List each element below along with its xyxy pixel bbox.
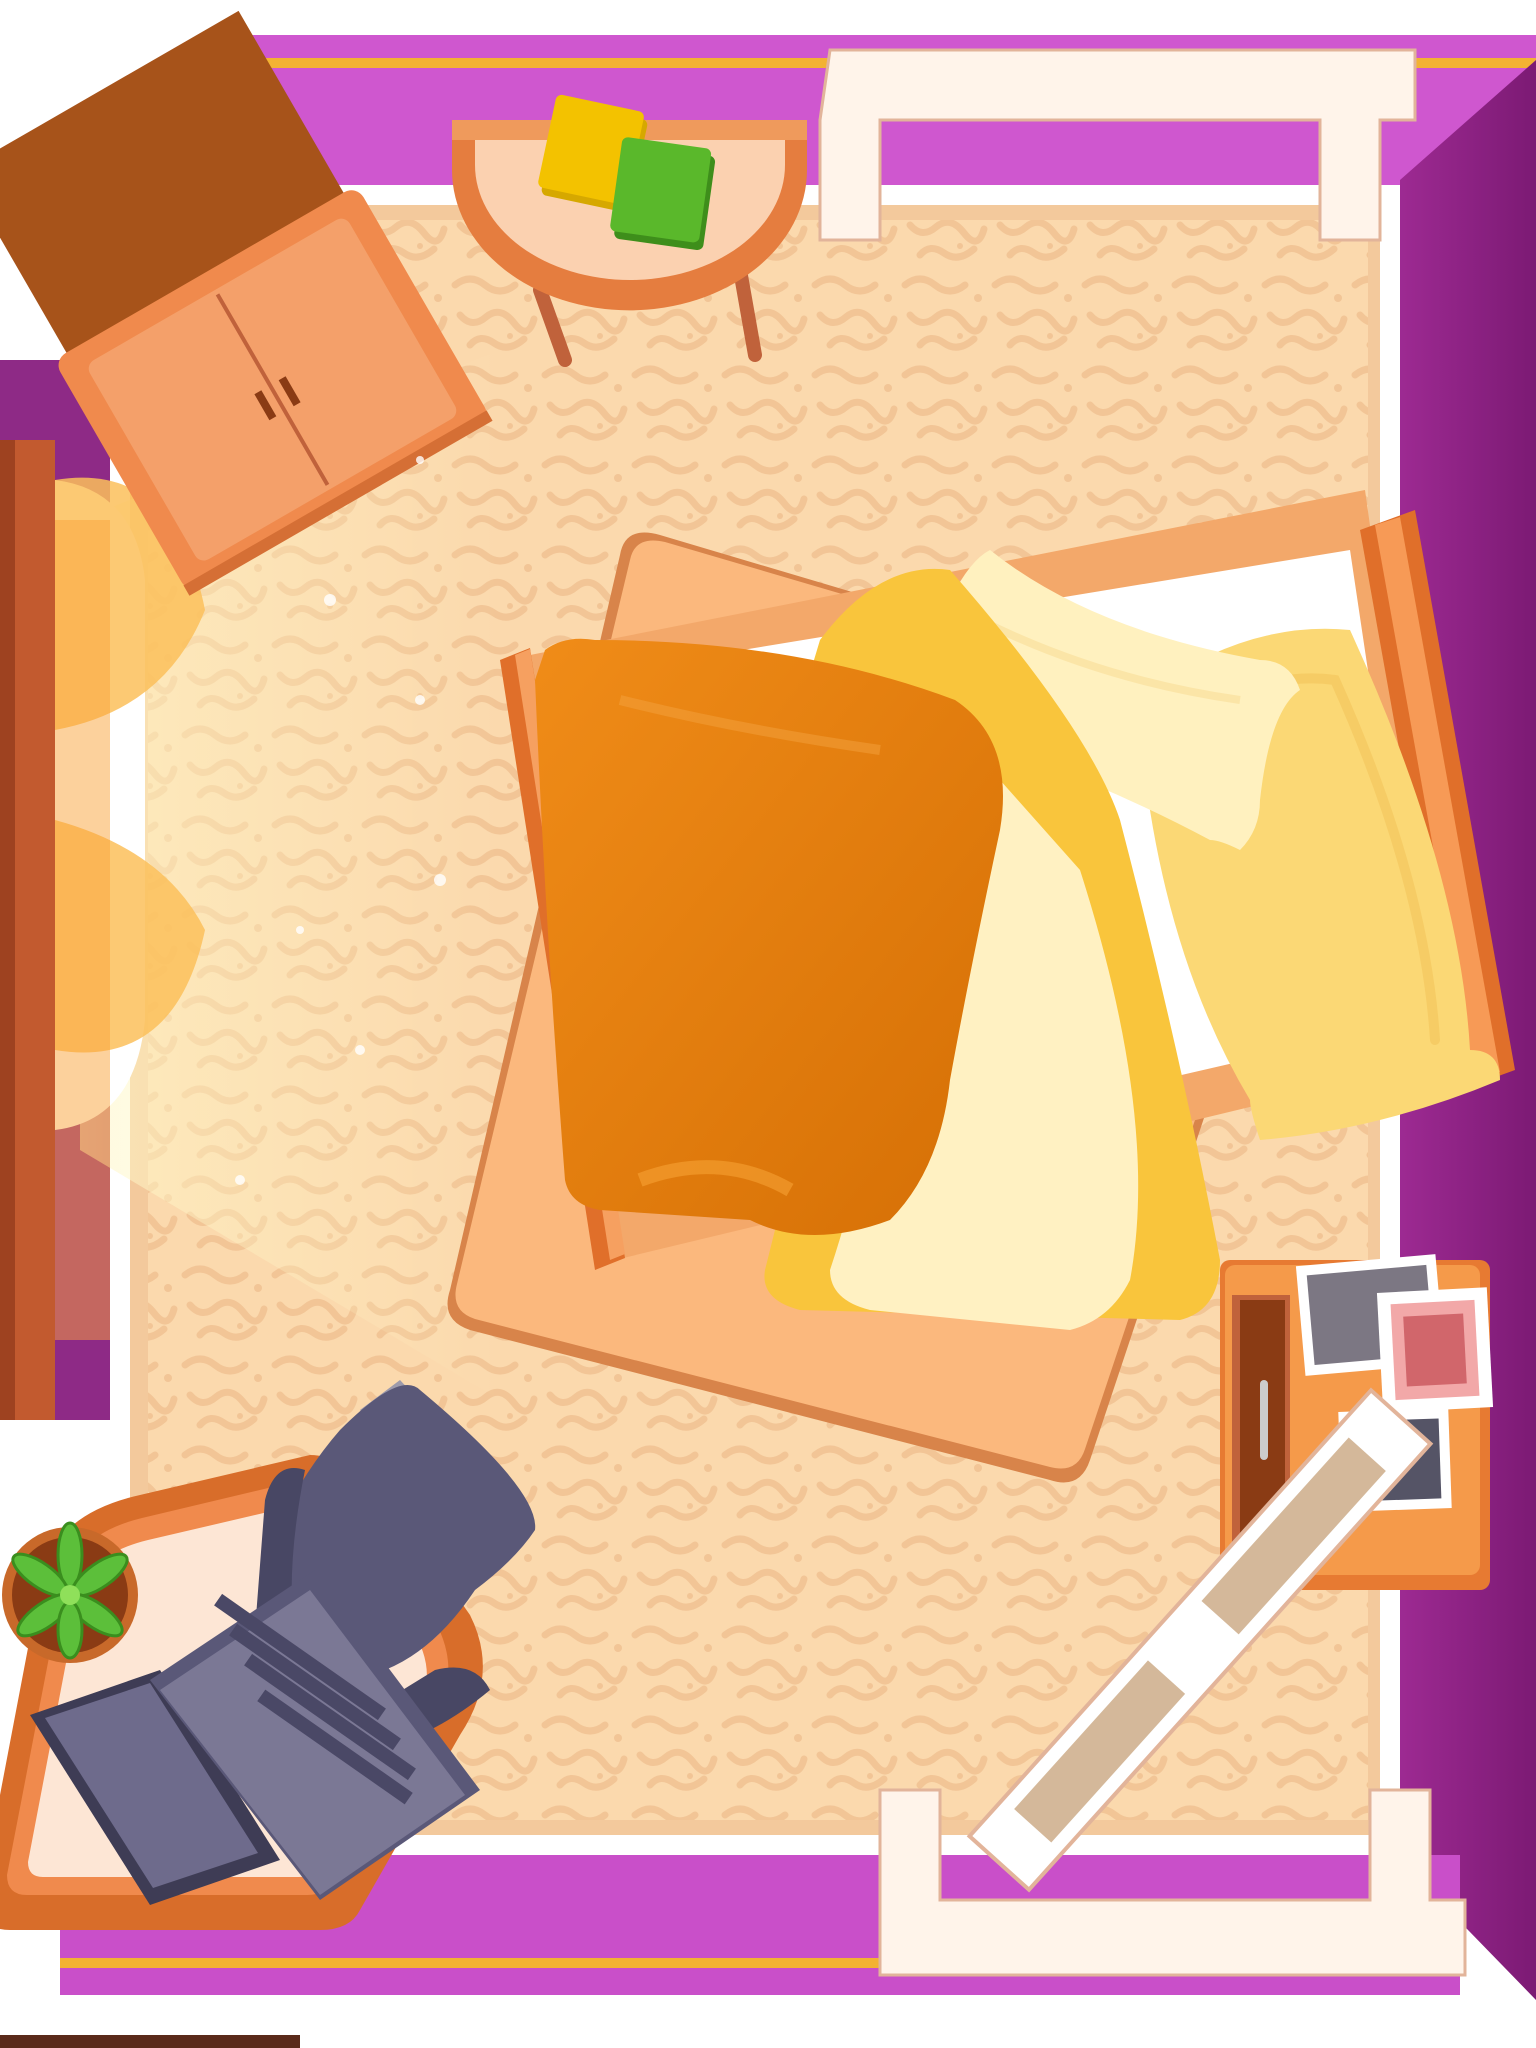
book-green[interactable] [609,137,717,251]
nightstand-handle [1260,1380,1268,1460]
photo-2 [1376,1287,1494,1413]
ui-bottom-sliver [0,2035,300,2048]
room-scene [0,0,1536,2048]
orange-blanket[interactable] [535,638,1003,1235]
